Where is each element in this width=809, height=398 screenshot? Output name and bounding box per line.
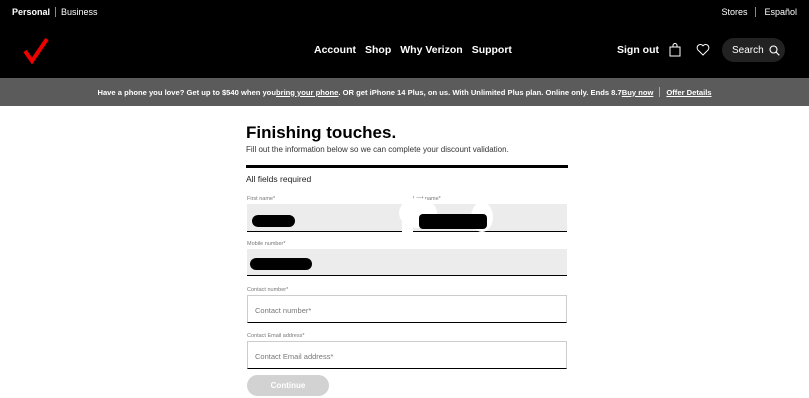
redaction-mark [252, 215, 295, 227]
page-title: Finishing touches. [246, 123, 397, 142]
search-icon [769, 44, 780, 56]
promo-banner: Have a phone you love? Get up to $540 wh… [0, 78, 809, 106]
first-name-field[interactable] [247, 204, 402, 232]
sign-out-link[interactable]: Sign out [617, 44, 659, 56]
continue-button[interactable]: Continue [247, 375, 329, 396]
redaction-mark [419, 214, 487, 229]
required-note: All fields required [246, 174, 312, 184]
main-nav: Account Shop Why Verizon Support Sign ou… [0, 24, 809, 78]
page-subtitle: Fill out the information below so we can… [246, 145, 509, 154]
promo-text-1: Have a phone you love? Get up to $540 wh… [97, 87, 276, 97]
personal-link[interactable]: Personal [12, 7, 50, 17]
mobile-number-label: Mobile number* [247, 241, 286, 247]
stores-link[interactable]: Stores [721, 7, 747, 17]
nav-item-account[interactable]: Account [314, 44, 356, 56]
segment-switcher: Personal Business [12, 7, 98, 17]
mobile-number-field[interactable] [247, 249, 567, 276]
redaction-mark [250, 258, 312, 270]
divider [659, 87, 661, 97]
divider [755, 7, 757, 17]
nav-item-why-verizon[interactable]: Why Verizon [400, 44, 462, 56]
shopping-bag-icon[interactable] [669, 43, 681, 57]
heart-icon[interactable] [696, 43, 710, 57]
nav-item-shop[interactable]: Shop [365, 44, 391, 56]
contact-email-field[interactable]: Contact Email address* [247, 341, 567, 369]
promo-text-2: . OR get iPhone 14 Plus, on us. With Unl… [338, 87, 622, 97]
business-link[interactable]: Business [61, 7, 98, 17]
contact-number-label: Contact number* [247, 287, 289, 293]
buy-now-link[interactable]: Buy now [622, 88, 654, 97]
first-name-label: First name* [247, 196, 276, 202]
bring-your-phone-link[interactable]: bring your phone [276, 88, 338, 97]
espanol-link[interactable]: Español [764, 7, 797, 17]
last-name-field[interactable] [399, 198, 567, 232]
utility-bar: Personal Business Stores Español [0, 0, 809, 24]
contact-email-placeholder: Contact Email address* [255, 352, 334, 361]
nav-item-support[interactable]: Support [472, 44, 512, 56]
divider [55, 7, 57, 17]
offer-details-link[interactable]: Offer Details [666, 88, 711, 97]
contact-number-placeholder: Contact number* [255, 306, 312, 315]
search-label: Search [732, 44, 764, 56]
verizon-check-logo[interactable] [22, 36, 52, 66]
contact-email-label: Contact Email address* [247, 333, 305, 339]
contact-number-field[interactable]: Contact number* [247, 295, 567, 323]
search-button[interactable]: Search [722, 38, 785, 62]
divider [246, 165, 568, 168]
utility-links: Stores Español [721, 7, 797, 17]
primary-menu: Account Shop Why Verizon Support [314, 44, 512, 56]
